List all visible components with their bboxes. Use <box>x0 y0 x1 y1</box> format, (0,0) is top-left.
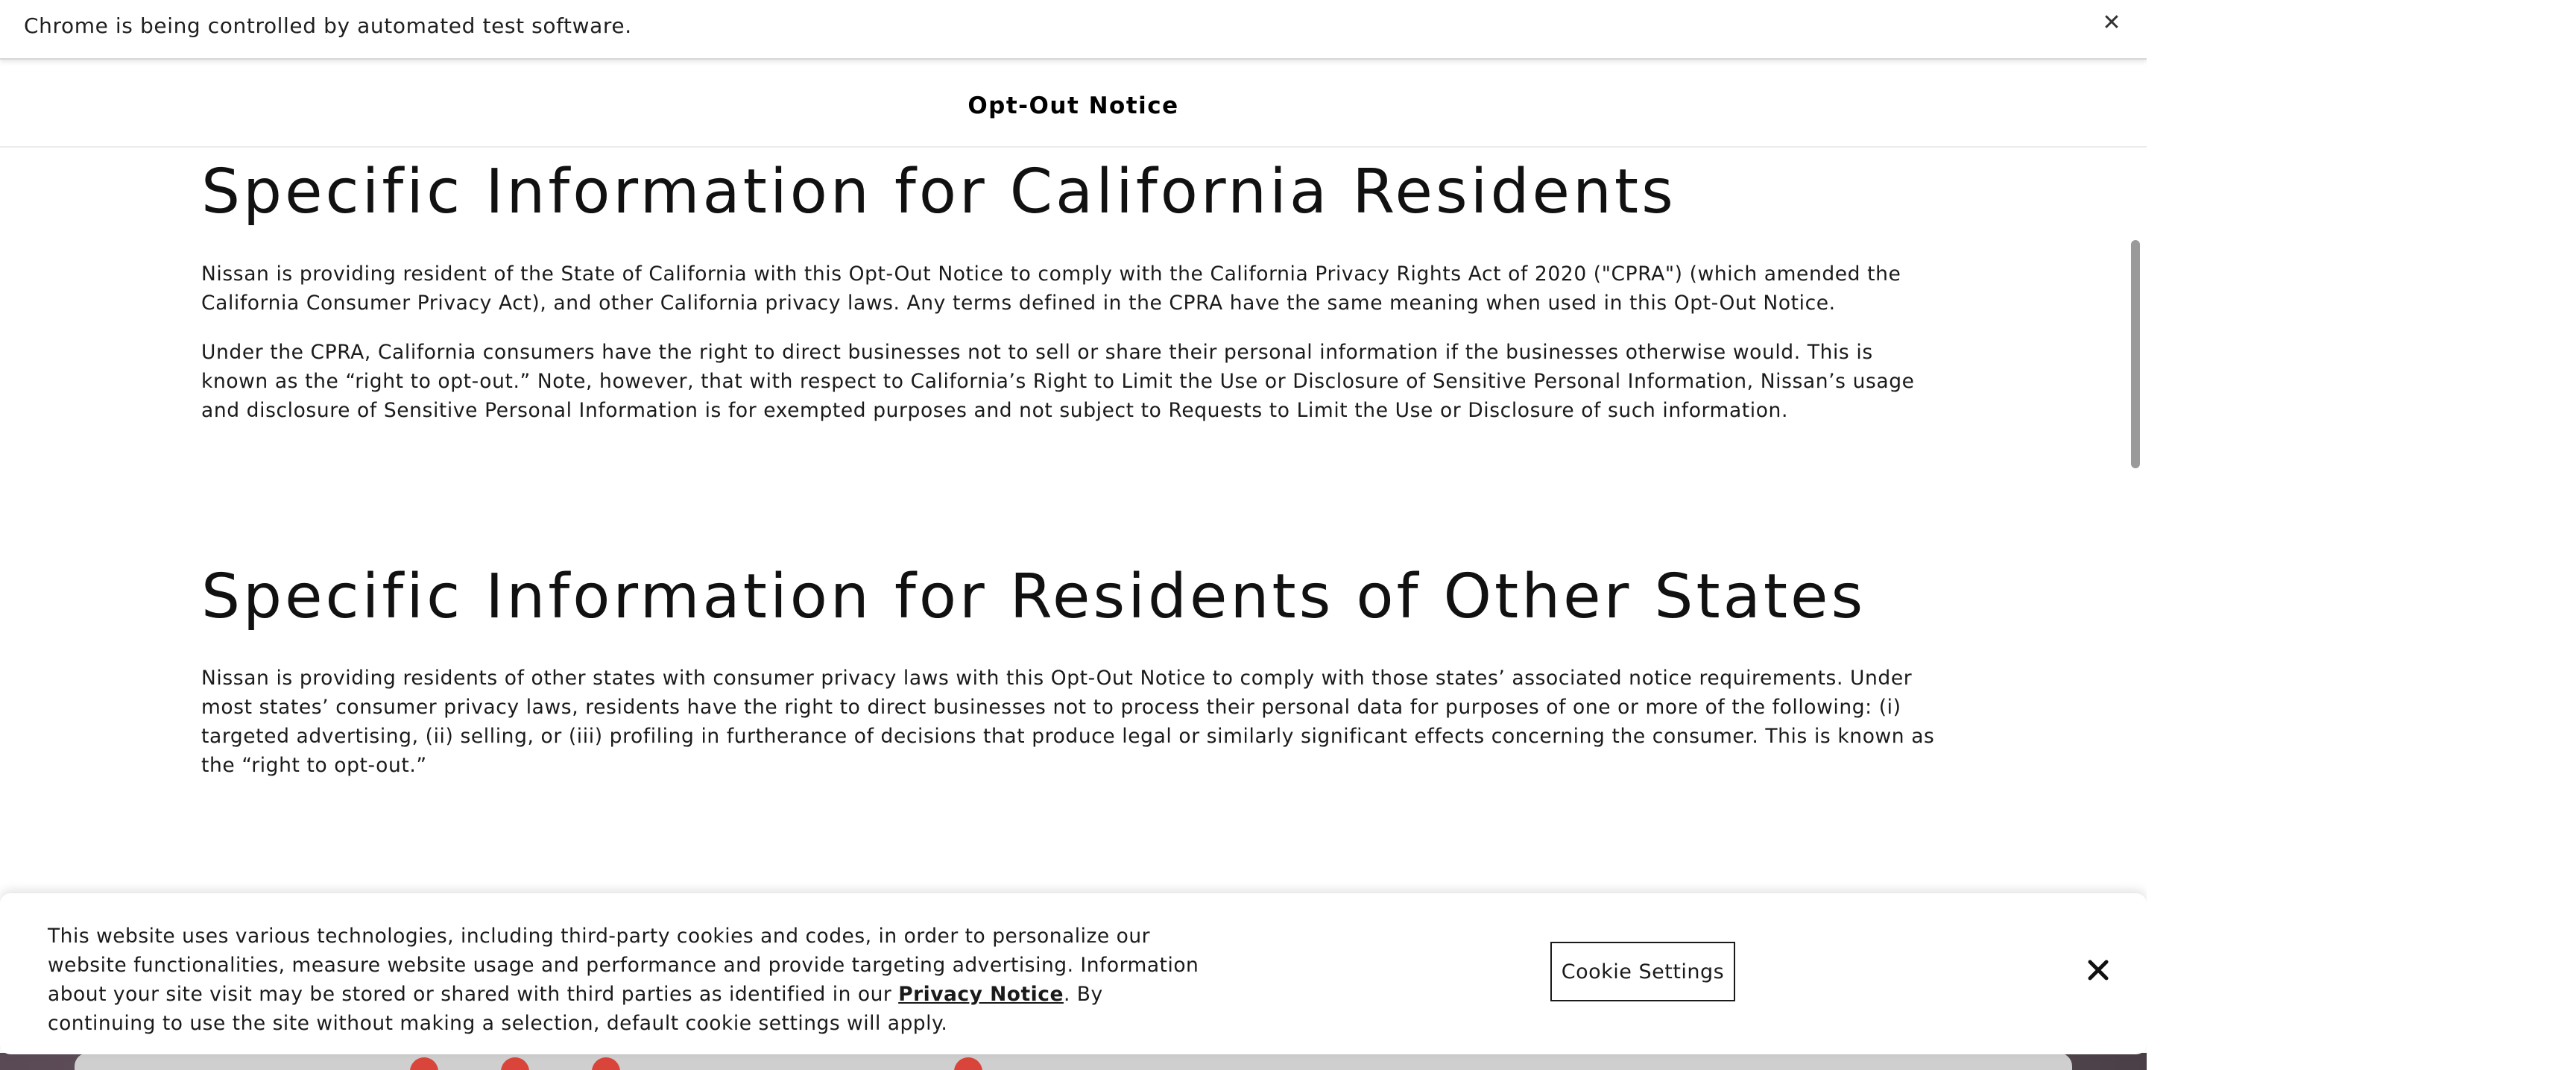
browser-viewport: Chrome is being controlled by automated … <box>0 0 2147 1070</box>
background-image-peek <box>0 1053 2147 1070</box>
close-icon[interactable]: ✕ <box>2099 10 2124 36</box>
outside-region <box>2147 0 2576 1070</box>
site-header: Opt-Out Notice <box>0 60 2147 148</box>
cookie-settings-button[interactable]: Cookie Settings <box>1550 942 1735 1001</box>
section-heading-other-states: Specific Information for Residents of Ot… <box>201 561 1866 632</box>
privacy-notice-link[interactable]: Privacy Notice <box>898 983 1064 1006</box>
page-title: Opt-Out Notice <box>967 92 1179 119</box>
decorative-dot <box>410 1057 438 1070</box>
infobar-message: Chrome is being controlled by automated … <box>24 13 632 38</box>
cookie-banner-text: This website uses various technologies, … <box>48 922 1210 1038</box>
paragraph-california-intro: Nissan is providing resident of the Stat… <box>201 262 1901 315</box>
close-icon[interactable] <box>2080 951 2117 989</box>
background-panel <box>75 1053 2072 1070</box>
paragraph-other-states: Nissan is providing residents of other s… <box>201 667 1935 777</box>
scrollbar-thumb[interactable] <box>2131 240 2140 468</box>
cookie-banner: This website uses various technologies, … <box>0 893 2147 1054</box>
decorative-dot <box>501 1057 529 1070</box>
decorative-dot <box>592 1057 620 1070</box>
paragraph-california-cpra: Under the CPRA, California consumers hav… <box>201 341 1915 422</box>
automation-infobar: Chrome is being controlled by automated … <box>0 0 2147 60</box>
screen: Chrome is being controlled by automated … <box>0 0 2576 1070</box>
decorative-dot <box>954 1057 982 1070</box>
section-heading-california: Specific Information for California Resi… <box>201 157 1676 227</box>
